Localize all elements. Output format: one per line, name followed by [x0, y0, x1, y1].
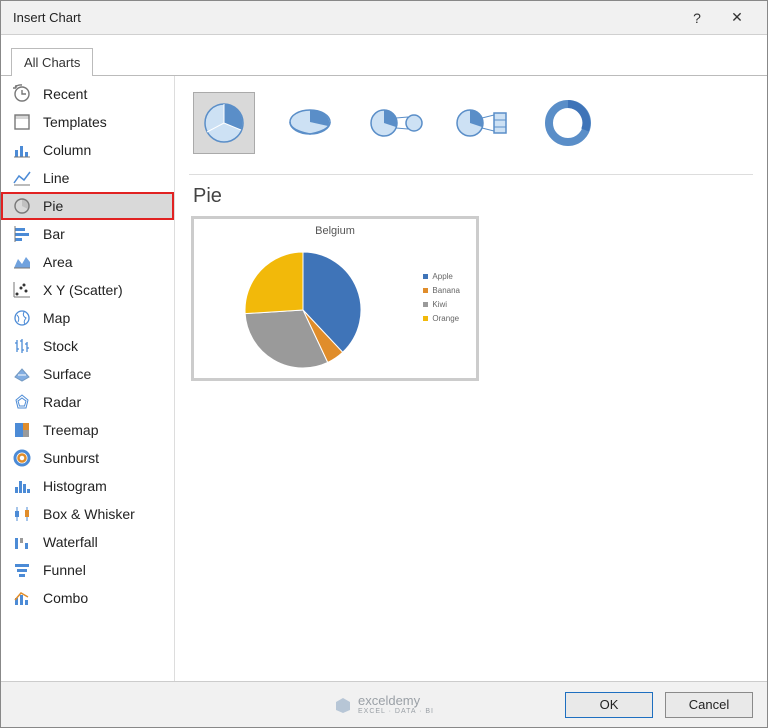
sidebar-item-recent[interactable]: Recent	[1, 80, 174, 108]
subtype-pie[interactable]	[193, 92, 255, 154]
sidebar-item-label: Box & Whisker	[43, 506, 135, 522]
sidebar-item-sunburst[interactable]: Sunburst	[1, 444, 174, 472]
title-bar: Insert Chart ? ✕	[1, 1, 767, 35]
sidebar-item-combo[interactable]: Combo	[1, 584, 174, 612]
sidebar-item-templates[interactable]: Templates	[1, 108, 174, 136]
stock-icon	[11, 335, 33, 357]
pie-icon	[11, 195, 33, 217]
legend-swatch	[423, 316, 428, 321]
legend-swatch	[423, 288, 428, 293]
sidebar-item-pie[interactable]: Pie	[1, 192, 174, 220]
chart-preview-title: Belgium	[194, 219, 476, 237]
chart-type-heading: Pie	[193, 185, 753, 208]
combo-icon	[11, 587, 33, 609]
watermark-tagline: EXCEL · DATA · BI	[358, 708, 434, 716]
sidebar-item-area[interactable]: Area	[1, 248, 174, 276]
templates-icon	[11, 111, 33, 133]
sidebar-item-stock[interactable]: Stock	[1, 332, 174, 360]
tab-strip: All Charts	[1, 35, 767, 75]
sidebar-item-surface[interactable]: Surface	[1, 360, 174, 388]
waterfall-icon	[11, 531, 33, 553]
surface-icon	[11, 363, 33, 385]
sidebar-item-scatter[interactable]: X Y (Scatter)	[1, 276, 174, 304]
sidebar-item-label: Surface	[43, 366, 91, 382]
close-button[interactable]: ✕	[717, 9, 757, 26]
sidebar-item-label: Templates	[43, 114, 107, 130]
sidebar-item-label: Treemap	[43, 422, 99, 438]
sidebar-item-treemap[interactable]: Treemap	[1, 416, 174, 444]
sidebar-item-waterfall[interactable]: Waterfall	[1, 528, 174, 556]
line-icon	[11, 167, 33, 189]
legend-swatch	[423, 302, 428, 307]
subtype-bar-of-pie[interactable]	[451, 92, 513, 154]
sidebar-item-bar[interactable]: Bar	[1, 220, 174, 248]
legend-label: Kiwi	[432, 300, 447, 309]
treemap-icon	[11, 419, 33, 441]
main-panel: Pie Belgium Apple Banana Kiwi Orange	[175, 76, 767, 681]
area-icon	[11, 251, 33, 273]
subtype-doughnut[interactable]	[537, 92, 599, 154]
sidebar-item-box-whisker[interactable]: Box & Whisker	[1, 500, 174, 528]
legend-item: Banana	[423, 283, 460, 297]
sidebar-item-label: Area	[43, 254, 73, 270]
sidebar-item-label: Pie	[43, 198, 63, 214]
chart-category-sidebar: Recent Templates Column Li	[1, 76, 175, 681]
chart-preview[interactable]: Belgium Apple Banana Kiwi Orange	[191, 216, 479, 381]
chart-preview-legend: Apple Banana Kiwi Orange	[423, 269, 460, 325]
cancel-button[interactable]: Cancel	[665, 692, 753, 718]
watermark-brand: exceldemy	[358, 693, 420, 708]
dialog-title: Insert Chart	[11, 10, 677, 25]
sidebar-item-label: Bar	[43, 226, 65, 242]
sidebar-item-label: Stock	[43, 338, 78, 354]
watermark: exceldemy EXCEL · DATA · BI	[334, 693, 434, 716]
scatter-icon	[11, 279, 33, 301]
sidebar-item-label: Sunburst	[43, 450, 99, 466]
legend-label: Banana	[432, 286, 460, 295]
tab-all-charts[interactable]: All Charts	[11, 48, 93, 76]
legend-label: Orange	[432, 314, 459, 323]
legend-item: Kiwi	[423, 297, 460, 311]
legend-swatch	[423, 274, 428, 279]
sidebar-item-label: Radar	[43, 394, 81, 410]
sidebar-item-column[interactable]: Column	[1, 136, 174, 164]
sidebar-item-line[interactable]: Line	[1, 164, 174, 192]
sidebar-item-label: Combo	[43, 590, 88, 606]
sidebar-item-label: X Y (Scatter)	[43, 282, 123, 298]
sidebar-item-label: Funnel	[43, 562, 86, 578]
sunburst-icon	[11, 447, 33, 469]
radar-icon	[11, 391, 33, 413]
sidebar-item-map[interactable]: Map	[1, 304, 174, 332]
sidebar-item-radar[interactable]: Radar	[1, 388, 174, 416]
sidebar-item-label: Histogram	[43, 478, 107, 494]
sidebar-item-label: Column	[43, 142, 91, 158]
sidebar-item-label: Recent	[43, 86, 87, 102]
histogram-icon	[11, 475, 33, 497]
map-icon	[11, 307, 33, 329]
legend-item: Orange	[423, 311, 460, 325]
insert-chart-dialog: Insert Chart ? ✕ All Charts Recent Templ…	[0, 0, 768, 728]
bar-icon	[11, 223, 33, 245]
sidebar-item-label: Line	[43, 170, 69, 186]
chart-preview-pie	[238, 245, 368, 380]
column-icon	[11, 139, 33, 161]
sidebar-item-label: Waterfall	[43, 534, 98, 550]
ok-button[interactable]: OK	[565, 692, 653, 718]
sidebar-item-funnel[interactable]: Funnel	[1, 556, 174, 584]
pie-subtype-row	[189, 92, 753, 175]
legend-label: Apple	[432, 272, 452, 281]
subtype-pie-of-pie[interactable]	[365, 92, 427, 154]
recent-icon	[11, 83, 33, 105]
funnel-icon	[11, 559, 33, 581]
box-whisker-icon	[11, 503, 33, 525]
help-button[interactable]: ?	[677, 10, 717, 26]
sidebar-item-label: Map	[43, 310, 70, 326]
dialog-footer: exceldemy EXCEL · DATA · BI OK Cancel	[1, 681, 767, 727]
dialog-body: Recent Templates Column Li	[1, 75, 767, 681]
legend-item: Apple	[423, 269, 460, 283]
subtype-3d-pie[interactable]	[279, 92, 341, 154]
sidebar-item-histogram[interactable]: Histogram	[1, 472, 174, 500]
